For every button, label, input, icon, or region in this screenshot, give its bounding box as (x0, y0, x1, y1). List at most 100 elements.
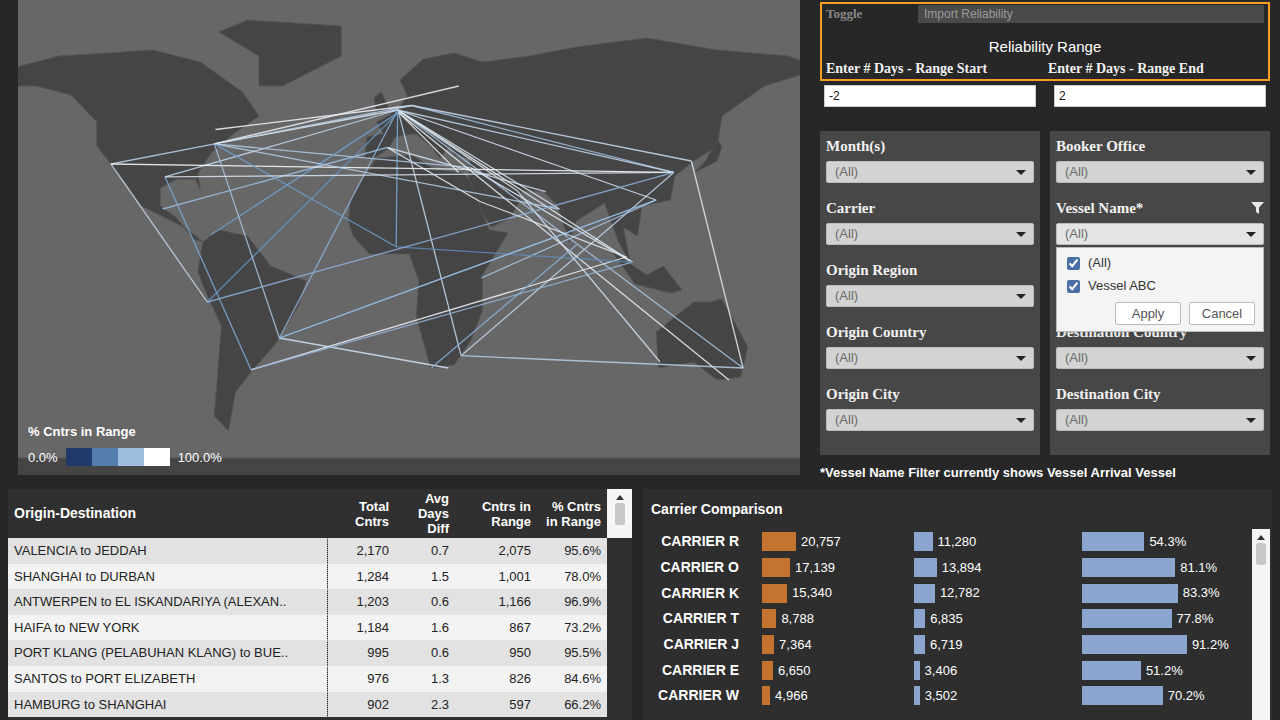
table-cell: SHANGHAI to DURBAN (8, 564, 327, 590)
carrier-name: CARRIER O (643, 557, 743, 578)
landmass (612, 251, 683, 293)
scroll-up-icon[interactable] (1257, 535, 1265, 540)
carrier-comparison-panel: Carrier ComparisonCARRIER R20,75711,2805… (643, 489, 1272, 720)
scroll-thumb[interactable] (1256, 543, 1266, 565)
funnel-icon[interactable] (1251, 202, 1264, 214)
route-line[interactable] (461, 356, 743, 368)
route-line[interactable] (214, 86, 458, 144)
filter-field: Destination City (All) (1056, 383, 1264, 445)
vessel-checkbox[interactable] (1067, 280, 1080, 293)
filter-field: Vessel Name*(All)(All)Vessel ABCApplyCan… (1056, 197, 1264, 259)
route-line[interactable] (214, 144, 396, 247)
column-header[interactable]: Total Cntrs (327, 489, 395, 538)
scrollbar[interactable] (607, 489, 632, 538)
apply-button[interactable]: Apply (1115, 302, 1181, 326)
route-line[interactable] (471, 168, 633, 263)
filter-value: (All) (1065, 164, 1088, 179)
route-line[interactable] (480, 202, 627, 258)
filter-value: (All) (835, 226, 858, 241)
range-end-input[interactable] (1054, 85, 1266, 107)
route-line[interactable] (398, 110, 743, 368)
cancel-button[interactable]: Cancel (1189, 302, 1255, 326)
total-bar (762, 558, 790, 577)
route-line[interactable] (165, 177, 251, 370)
route-line[interactable] (111, 164, 674, 172)
route-line[interactable] (279, 110, 397, 338)
route-line[interactable] (412, 106, 692, 162)
vessel-option[interactable]: Vessel ABC (1065, 275, 1255, 298)
column-header[interactable]: Avg Days Diff (395, 489, 455, 538)
toggle-dropdown[interactable]: Import Reliability (918, 5, 1264, 23)
percent-value: 77.8% (1177, 609, 1214, 629)
route-line[interactable] (279, 200, 656, 338)
filter-dropdown[interactable]: (All) (826, 285, 1034, 307)
table-row[interactable]: ANTWERPEN to EL ISKANDARIYA (ALEXAN..1,2… (8, 589, 632, 615)
legend-swatch (66, 448, 92, 466)
route-line[interactable] (279, 200, 656, 338)
filter-dropdown[interactable]: (All) (1056, 409, 1264, 431)
route-line[interactable] (691, 161, 743, 368)
table-row[interactable]: VALENCIA to JEDDAH2,1700.72,07595.6% (8, 538, 632, 564)
table-row[interactable]: HAMBURG to SHANGHAI9022.359766.2% (8, 692, 632, 718)
route-line[interactable] (432, 245, 577, 368)
route-line[interactable] (279, 338, 448, 368)
table-row[interactable]: HAIFA to NEW YORK1,1841.686773.2% (8, 615, 632, 641)
carrier-row[interactable]: CARRIER W4,9663,50270.2% (643, 683, 1272, 709)
filter-dropdown[interactable]: (All) (826, 347, 1034, 369)
route-line[interactable] (412, 106, 674, 173)
vessel-checkbox[interactable] (1067, 257, 1080, 270)
filter-dropdown[interactable]: (All) (826, 409, 1034, 431)
route-line[interactable] (461, 172, 674, 355)
in-range-value: 12,782 (940, 583, 980, 603)
route-line[interactable] (111, 106, 412, 165)
column-header[interactable]: % Cntrs in Range (537, 489, 607, 538)
filter-label: Destination City (1056, 385, 1161, 403)
filter-dropdown[interactable]: (All) (1056, 161, 1264, 183)
table-cell: 73.2% (537, 615, 607, 641)
scroll-up-icon[interactable] (616, 495, 624, 500)
carrier-row[interactable]: CARRIER K15,34012,78283.3% (643, 580, 1272, 606)
route-line[interactable] (399, 112, 729, 380)
total-value: 4,966 (775, 686, 808, 706)
table-cell: 976 (327, 666, 395, 692)
total-bar (762, 584, 787, 603)
table-row[interactable]: PORT KLANG (PELABUHAN KLANG) to BUE..995… (8, 640, 632, 666)
range-start-input[interactable] (824, 85, 1036, 107)
route-map[interactable] (18, 0, 800, 475)
table-row[interactable]: SANTOS to PORT ELIZABETH9761.382684.6% (8, 666, 632, 692)
carrier-row[interactable]: CARRIER E6,6503,40651.2% (643, 657, 1272, 683)
carrier-row[interactable]: CARRIER T8,7886,83577.8% (643, 606, 1272, 632)
table-cell: 826 (455, 666, 537, 692)
route-line[interactable] (214, 144, 470, 168)
route-line[interactable] (207, 172, 674, 302)
filter-dropdown[interactable]: (All) (1056, 347, 1264, 369)
filter-panel: ToggleImport ReliabilityReliability Rang… (820, 0, 1270, 483)
vessel-option[interactable]: (All) (1065, 252, 1255, 275)
route-line[interactable] (111, 164, 207, 302)
toggle-label: Toggle (826, 4, 918, 24)
carrier-row[interactable]: CARRIER R20,75711,28054.3% (643, 529, 1272, 555)
column-header[interactable]: Origin-Destination (8, 489, 327, 538)
route-line[interactable] (165, 172, 674, 177)
filter-dropdown[interactable]: (All) (826, 161, 1034, 183)
vessel-option-label: (All) (1088, 253, 1111, 273)
table-row[interactable]: SHANGHAI to DURBAN1,2841.51,00178.0% (8, 564, 632, 590)
route-line[interactable] (216, 106, 412, 130)
carrier-row[interactable]: CARRIER J7,3646,71991.2% (643, 632, 1272, 658)
carrier-row[interactable]: CARRIER O17,13913,89481.1% (643, 555, 1272, 581)
table-cell: 1,203 (327, 589, 395, 615)
route-line[interactable] (398, 110, 674, 172)
filter-dropdown[interactable]: (All) (826, 223, 1034, 245)
scroll-thumb[interactable] (615, 503, 625, 525)
column-header[interactable]: Cntrs in Range (455, 489, 537, 538)
filter-value: (All) (835, 350, 858, 365)
in-range-bar (914, 635, 925, 654)
table-cell: 1,184 (327, 615, 395, 641)
table-cell: 84.6% (537, 666, 607, 692)
map-legend: % Cntrs in Range0.0%100.0% (28, 422, 222, 467)
scrollbar[interactable] (1252, 529, 1270, 720)
in-range-value: 13,894 (942, 558, 982, 578)
table-cell: 1.5 (395, 564, 455, 590)
filter-dropdown[interactable]: (All) (1056, 223, 1264, 245)
route-line[interactable] (396, 247, 632, 262)
